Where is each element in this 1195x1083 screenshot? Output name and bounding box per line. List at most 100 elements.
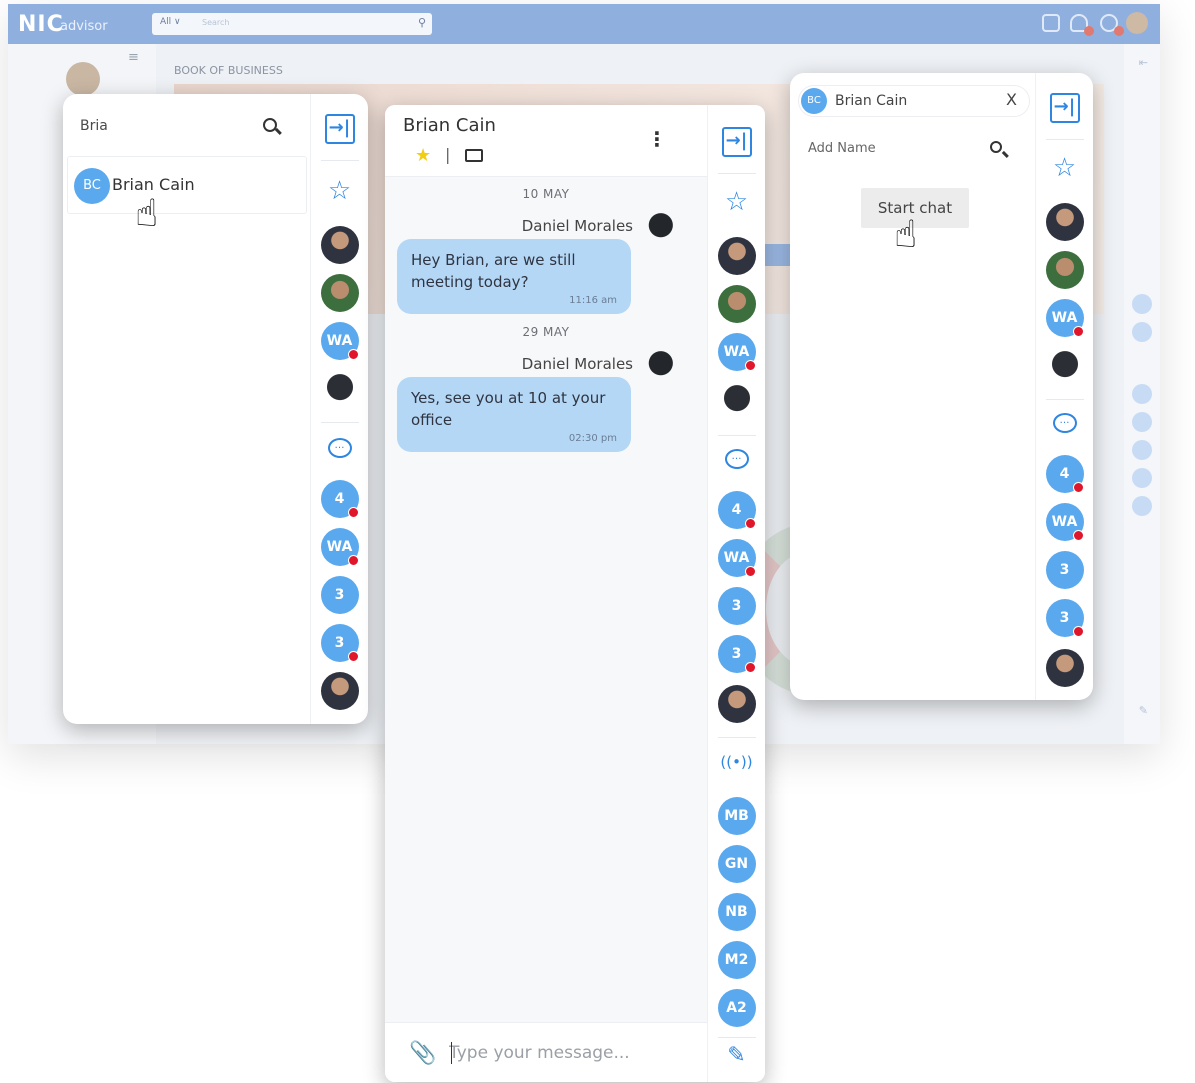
channel-badge[interactable]: MB bbox=[717, 797, 756, 835]
rail-divider bbox=[321, 422, 359, 423]
app-logo: NIC bbox=[18, 12, 64, 37]
chat-badge[interactable]: 3 bbox=[320, 576, 359, 614]
rail-ghost-avatar bbox=[1132, 468, 1152, 488]
new-chat-panel: BC Brian Cain X Add Name Start chat ☝ →|… bbox=[790, 73, 1093, 700]
user-avatar[interactable] bbox=[1126, 12, 1148, 34]
contact-avatar[interactable] bbox=[717, 285, 756, 323]
chat-badge bbox=[1114, 26, 1124, 36]
background-right-rail: ⇤ ✎ bbox=[1124, 44, 1160, 744]
search-icon[interactable]: ⚲ bbox=[418, 16, 426, 29]
rail-divider bbox=[321, 160, 359, 161]
collapse-panel-icon[interactable]: →| bbox=[721, 127, 752, 157]
briefcase-icon[interactable] bbox=[465, 149, 483, 162]
message-time: 02:30 pm bbox=[568, 433, 617, 444]
channel-badge[interactable]: NB bbox=[717, 893, 756, 931]
chat-badge[interactable]: 3 bbox=[1045, 551, 1084, 589]
presence-dot bbox=[1073, 482, 1084, 493]
contact-avatar[interactable] bbox=[1045, 347, 1084, 385]
chat-bubble-icon[interactable]: … bbox=[327, 438, 352, 458]
collapse-panel-icon[interactable]: →| bbox=[1049, 93, 1080, 123]
briefcase-icon[interactable] bbox=[1042, 14, 1060, 32]
rail-ghost-avatar bbox=[1132, 412, 1152, 432]
contact-avatar[interactable] bbox=[717, 237, 756, 275]
channel-badge[interactable]: M2 bbox=[717, 941, 756, 979]
new-message-icon[interactable]: ✎ bbox=[727, 1043, 745, 1068]
channel-badge[interactable]: A2 bbox=[717, 989, 756, 1027]
search-scope-select[interactable]: All ∨ bbox=[160, 17, 181, 27]
rail-divider bbox=[1046, 399, 1084, 400]
result-initials-avatar: BC bbox=[74, 168, 110, 204]
contact-avatar[interactable] bbox=[717, 381, 756, 419]
presence-dot bbox=[1073, 626, 1084, 637]
contact-avatar[interactable] bbox=[1045, 649, 1084, 687]
app-logo-subtitle: advisor bbox=[60, 19, 108, 34]
contact-avatar[interactable] bbox=[320, 672, 359, 710]
search-query[interactable]: Bria bbox=[80, 118, 108, 134]
header-separator: | bbox=[445, 145, 451, 164]
presence-dot bbox=[348, 651, 359, 662]
message-text: Hey Brian, are we still meeting today? bbox=[411, 251, 576, 291]
message-input[interactable] bbox=[449, 1037, 689, 1069]
hand-cursor-icon: ☝ bbox=[894, 212, 918, 256]
message-list: 10 MAY Daniel Morales Hey Brian, are we … bbox=[385, 177, 707, 1022]
compose-icon[interactable]: ✎ bbox=[1139, 704, 1148, 717]
text-caret bbox=[451, 1042, 452, 1064]
page-title: BOOK OF BUSINESS bbox=[174, 64, 283, 77]
notification-badge bbox=[1084, 26, 1094, 36]
presence-dot bbox=[348, 507, 359, 518]
favorites-star-icon[interactable]: ☆ bbox=[328, 178, 351, 204]
add-name-field[interactable]: Add Name bbox=[808, 141, 876, 156]
contact-name: Brian Cain bbox=[403, 115, 496, 136]
attachment-icon[interactable]: 📎 bbox=[409, 1041, 436, 1066]
rail-ghost-avatar bbox=[1132, 294, 1152, 314]
global-search[interactable]: All ∨ Search ⚲ bbox=[152, 13, 432, 35]
chat-bubble-icon[interactable]: … bbox=[724, 449, 749, 469]
rail-divider bbox=[718, 737, 756, 738]
chat-badge[interactable]: 3 bbox=[717, 587, 756, 625]
rail-divider bbox=[718, 1037, 756, 1038]
channel-badge[interactable]: GN bbox=[717, 845, 756, 883]
contact-avatar[interactable] bbox=[1045, 251, 1084, 289]
sender-avatar bbox=[641, 209, 677, 245]
favorites-star-icon[interactable]: ☆ bbox=[1053, 155, 1076, 181]
date-separator: 29 MAY bbox=[522, 325, 570, 339]
contact-avatar[interactable] bbox=[320, 274, 359, 312]
top-bar: NIC advisor All ∨ Search ⚲ bbox=[8, 4, 1160, 44]
message-sender: Daniel Morales bbox=[521, 355, 633, 373]
message-text: Yes, see you at 10 at your office bbox=[411, 389, 606, 429]
sender-avatar bbox=[641, 347, 677, 383]
collapse-panel-icon[interactable]: →| bbox=[324, 114, 355, 144]
presence-dot bbox=[348, 555, 359, 566]
contact-rail: →| ☆ WA … 4 WA 3 3 bbox=[310, 94, 368, 724]
more-options-icon[interactable]: ⋮ bbox=[647, 127, 667, 151]
menu-icon[interactable]: ≡ bbox=[128, 50, 139, 65]
message-bubble: Hey Brian, are we still meeting today? 1… bbox=[397, 239, 631, 314]
recipient-initials-avatar: BC bbox=[801, 88, 827, 114]
remove-recipient-icon[interactable]: X bbox=[1006, 90, 1017, 109]
recipient-chip: BC Brian Cain X bbox=[798, 85, 1030, 117]
favorite-star-icon[interactable]: ★ bbox=[415, 145, 431, 166]
contact-avatar[interactable] bbox=[320, 226, 359, 264]
hand-cursor-icon: ☝ bbox=[135, 191, 159, 235]
search-icon[interactable] bbox=[990, 141, 1002, 153]
message-time: 11:16 am bbox=[569, 295, 617, 306]
contact-rail: →| ☆ WA … 4 WA 3 3 ((•)) MB GN NB M2 A2 bbox=[707, 105, 765, 1082]
presence-dot bbox=[348, 349, 359, 360]
search-icon[interactable] bbox=[263, 118, 277, 132]
broadcast-icon[interactable]: ((•)) bbox=[720, 753, 752, 771]
contact-avatar[interactable] bbox=[1045, 203, 1084, 241]
presence-dot bbox=[745, 662, 756, 673]
presence-dot bbox=[745, 518, 756, 529]
message-sender: Daniel Morales bbox=[521, 217, 633, 235]
presence-dot bbox=[745, 566, 756, 577]
rail-ghost-avatar bbox=[1132, 496, 1152, 516]
chat-bubble-icon[interactable]: … bbox=[1052, 413, 1077, 433]
contact-avatar[interactable] bbox=[320, 370, 359, 408]
contact-avatar[interactable] bbox=[717, 685, 756, 723]
rail-divider bbox=[1046, 139, 1084, 140]
contact-rail: →| ☆ WA … 4 WA 3 3 bbox=[1035, 73, 1093, 700]
search-result-item[interactable]: BC Brian Cain bbox=[67, 156, 307, 214]
rail-ghost-avatar bbox=[1132, 440, 1152, 460]
exit-icon[interactable]: ⇤ bbox=[1139, 56, 1148, 69]
favorites-star-icon[interactable]: ☆ bbox=[725, 189, 748, 215]
